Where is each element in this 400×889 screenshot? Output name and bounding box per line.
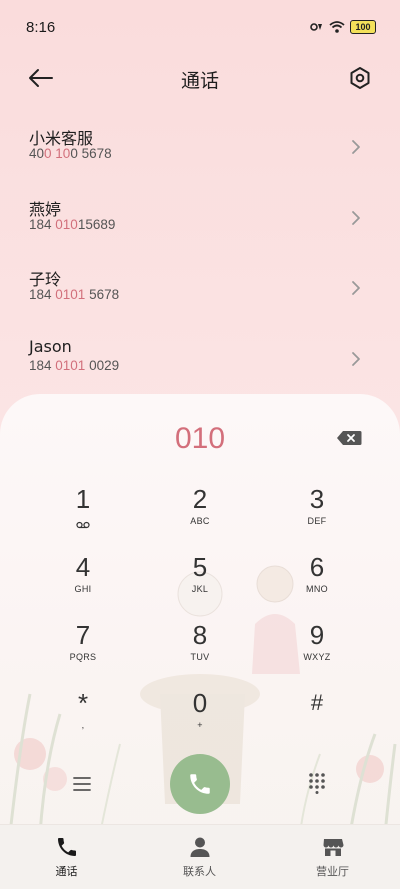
- phone-screen: 8:16 100 通话 小米客服 400 100 5678 燕婷 184 010…: [0, 0, 400, 889]
- list-item[interactable]: 小米客服 400 100 5678: [0, 112, 400, 183]
- tab-contacts[interactable]: 联系人: [133, 825, 266, 889]
- data-speed-icon: [310, 23, 322, 31]
- page-title: 通话: [180, 70, 219, 92]
- chevron-right-icon: [352, 210, 360, 225]
- key-9[interactable]: 9 WXYZ: [272, 620, 362, 680]
- contact-number: 184 0101 0029: [29, 357, 120, 373]
- contact-match-list: 小米客服 400 100 5678 燕婷 184 01015689 子玲 184…: [0, 112, 400, 394]
- key-8[interactable]: 8 TUV: [155, 620, 245, 680]
- tab-label: 营业厅: [316, 865, 349, 878]
- list-item[interactable]: 子玲 184 0101 5678: [0, 253, 400, 324]
- contact-number: 184 01015689: [29, 216, 116, 232]
- dialpad-toggle-icon[interactable]: [308, 772, 326, 794]
- contact-name: Jason: [29, 336, 72, 356]
- key-1[interactable]: 1: [38, 484, 128, 544]
- contact-name: 小米客服: [29, 129, 94, 148]
- key-6[interactable]: 6 MNO: [272, 552, 362, 612]
- tab-label: 联系人: [183, 865, 216, 878]
- contact-name: 燕婷: [29, 199, 62, 219]
- menu-icon[interactable]: [72, 776, 92, 792]
- header: 通话: [0, 56, 400, 100]
- contact-name: 子玲: [29, 270, 62, 289]
- dialpad-panel: 010 1 2 ABC 3 DEF 4 GHI 5 JKL 6 MNO 7 PQ…: [0, 394, 400, 889]
- chevron-right-icon: [352, 281, 360, 295]
- voicemail-icon: [76, 521, 90, 529]
- chevron-right-icon: [352, 351, 360, 366]
- chevron-right-icon: [352, 140, 360, 154]
- settings-icon: [350, 67, 370, 89]
- backspace-icon[interactable]: [336, 430, 362, 446]
- dialpad-actions: [0, 752, 400, 822]
- person-icon: [190, 837, 209, 857]
- list-item[interactable]: 燕婷 184 01015689: [0, 183, 400, 254]
- store-icon: [323, 839, 343, 856]
- wifi-icon: [329, 21, 345, 33]
- tab-service-hall[interactable]: 营业厅: [266, 825, 399, 889]
- key-5[interactable]: 5 JKL: [155, 552, 245, 612]
- status-icons: 100: [310, 20, 376, 34]
- key-hash[interactable]: #: [272, 688, 362, 748]
- battery-icon: 100: [350, 20, 376, 34]
- tab-label: 通话: [55, 865, 78, 878]
- key-7[interactable]: 7 PQRS: [38, 620, 128, 680]
- key-3[interactable]: 3 DEF: [272, 484, 362, 544]
- status-bar: 8:16 100: [0, 0, 400, 56]
- list-item[interactable]: Jason 184 0101 0029: [0, 324, 400, 395]
- settings-button[interactable]: [346, 64, 374, 92]
- status-time: 8:16: [26, 19, 56, 36]
- tab-calls[interactable]: 通话: [0, 825, 133, 889]
- key-4[interactable]: 4 GHI: [38, 552, 128, 612]
- key-star[interactable]: * ,: [38, 688, 128, 748]
- key-0[interactable]: 0 +: [155, 688, 245, 748]
- contact-number: 184 0101 5678: [29, 287, 120, 302]
- bottom-nav: 通话 联系人 营业厅: [0, 824, 400, 889]
- phone-icon: [57, 838, 76, 856]
- contact-number: 400 100 5678: [29, 146, 112, 161]
- key-2[interactable]: 2 ABC: [155, 484, 245, 544]
- call-button[interactable]: [170, 754, 230, 814]
- phone-icon: [190, 774, 210, 794]
